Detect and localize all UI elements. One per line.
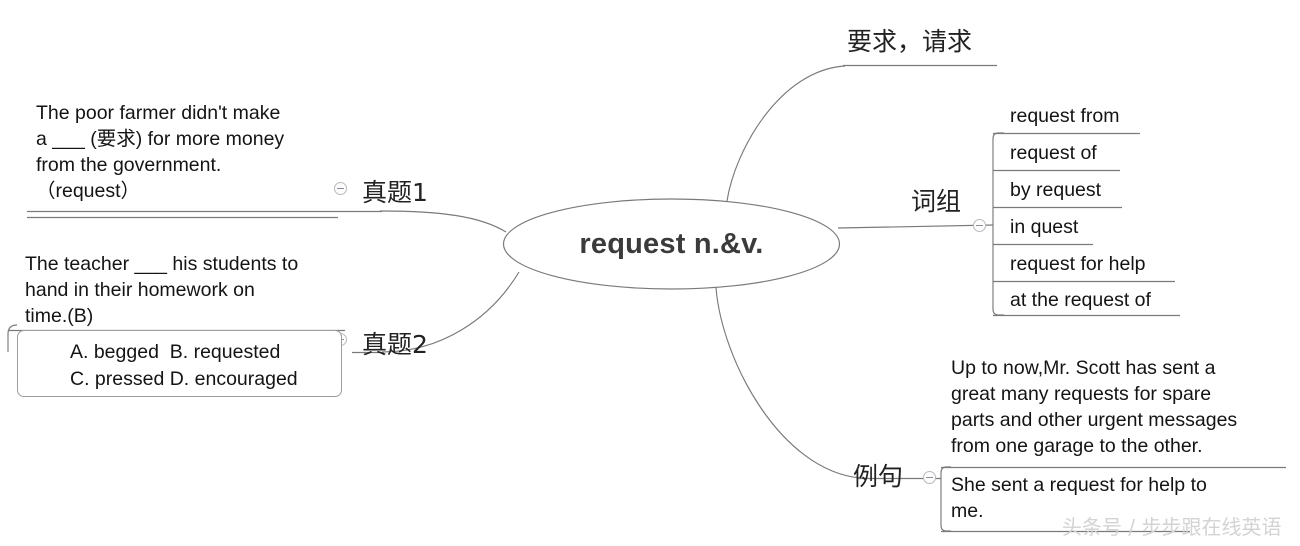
center-node[interactable]: request n.&v.	[503, 199, 840, 289]
mindmap-canvas: request n.&v. 要求，请求 词组 request from requ…	[0, 0, 1300, 546]
wire-to-phrases	[837, 224, 994, 229]
exam-2-options-text: A. begged B. requested C. pressed D. enc…	[70, 341, 298, 390]
branch-label-exam-2[interactable]: 真题2	[362, 325, 428, 361]
exam2-bracket	[7, 324, 18, 352]
collapse-minus-icon-examples[interactable]	[923, 471, 936, 484]
phrase-bracket	[992, 132, 1004, 316]
example-sentence[interactable]: Up to now,Mr. Scott has sent a great man…	[951, 355, 1296, 460]
branch-label-phrases[interactable]: 词组	[911, 182, 961, 218]
phrase-item[interactable]: request from	[1010, 105, 1119, 128]
phrase-item[interactable]: by request	[1010, 179, 1101, 202]
phrase-item[interactable]: request of	[1010, 142, 1097, 165]
exam-2-question[interactable]: The teacher ___ his students to hand in …	[25, 252, 335, 330]
watermark: 头条号 / 步步跟在线英语	[1062, 515, 1282, 539]
phrase-item[interactable]: request for help	[1010, 253, 1146, 276]
phrase-item[interactable]: at the request of	[1010, 289, 1151, 312]
wire-to-examples	[715, 287, 861, 479]
collapse-minus-icon-phrases[interactable]	[973, 219, 986, 232]
wire-to-meaning	[726, 65, 846, 202]
exam-1-question[interactable]: The poor farmer didn't make a ___ (要求) f…	[36, 101, 336, 205]
exam-2-options-box[interactable]: A. begged B. requested C. pressed D. enc…	[17, 330, 342, 397]
branch-label-examples[interactable]: 例句	[853, 457, 903, 493]
branch-label-meaning[interactable]: 要求，请求	[847, 22, 972, 58]
branch-label-exam-1[interactable]: 真题1	[362, 173, 428, 209]
wire-to-exam1	[379, 210, 507, 233]
phrase-item[interactable]: in quest	[1010, 216, 1078, 239]
center-node-label: request n.&v.	[579, 227, 764, 260]
example-bracket	[940, 466, 951, 532]
